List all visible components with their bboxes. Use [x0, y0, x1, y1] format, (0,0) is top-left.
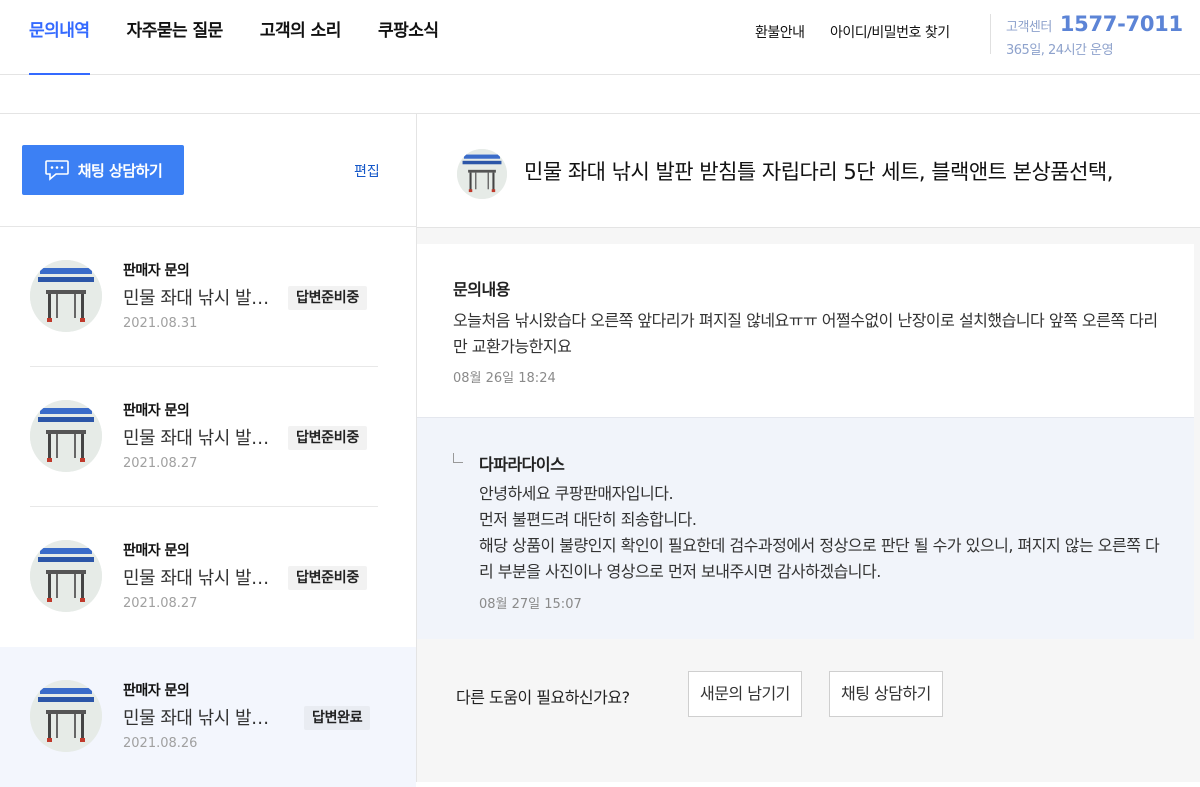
product-thumbnail	[30, 260, 102, 332]
inquiry-type: 판매자 문의	[123, 543, 190, 559]
customer-center: 고객센터 1577-7011 365일, 24시간 운영	[1006, 12, 1183, 58]
reply-arrow-icon	[453, 453, 463, 463]
list-item[interactable]: 판매자 문의 민물 좌대 낚시 발판 받침틀 자립다리 5단 세트 답변준비중 …	[0, 507, 416, 647]
inquiry-title: 민물 좌대 낚시 발판 받침틀 자립다리 5단 세트	[123, 288, 281, 309]
inquiry-detail-panel: 민물 좌대 낚시 발판 받침틀 자립다리 5단 세트, 블랙앤트 본상품선택, …	[417, 114, 1200, 782]
list-item[interactable]: 판매자 문의 민물 좌대 낚시 발판 받침틀 자립다리 5단 세트 답변준비중 …	[0, 227, 416, 367]
inquiry-list-panel: 채팅 상담하기 편집 판매자 문의 민물 좌대 낚시 발판 답변준비중 2021…	[0, 114, 417, 787]
answer-seller-name: 다파라다이스	[479, 455, 565, 474]
main-tabs: 문의내역 자주묻는 질문 고객의 소리 쿠팡소식	[29, 0, 476, 75]
status-badge: 답변준비중	[288, 286, 367, 310]
cs-hours: 365일, 24시간 운영	[1006, 43, 1114, 58]
chat-bubble-icon	[44, 160, 69, 181]
answer-date: 08월 27일 15:07	[479, 597, 582, 612]
edit-link[interactable]: 편집	[354, 161, 380, 181]
product-header: 민물 좌대 낚시 발판 받침틀 자립다리 5단 세트, 블랙앤트 본상품선택,	[417, 114, 1200, 228]
product-thumbnail	[30, 540, 102, 612]
list-item-selected[interactable]: 판매자 문의 민물 좌대 낚시 발판 받침틀 자립다리 5단 세트 답변완료 2…	[0, 647, 416, 787]
list-item[interactable]: 판매자 문의 민물 좌대 낚시 발판 받침틀 자립다리 5단 세트 답변준비중 …	[0, 367, 416, 507]
find-id-password-link[interactable]: 아이디/비밀번호 찾기	[830, 22, 950, 42]
chat-consult-label: 채팅 상담하기	[77, 161, 163, 180]
inquiry-date: 2021.08.31	[123, 316, 198, 331]
tab-news[interactable]: 쿠팡소식	[378, 0, 439, 75]
status-badge: 답변준비중	[288, 566, 367, 590]
refund-guide-link[interactable]: 환불안내	[755, 22, 805, 42]
question-date: 08월 26일 18:24	[453, 371, 556, 386]
inquiry-title: 민물 좌대 낚시 발판 받침틀 자립다리 5단 세트	[123, 568, 281, 589]
answer-line: 해당 상품이 불량인지 확인이 필요한데 검수과정에서 정상으로 판단 될 수가…	[479, 536, 1160, 581]
inquiry-date: 2021.08.26	[123, 736, 198, 751]
answer-line: 먼저 불편드려 대단히 죄송합니다.	[479, 510, 697, 529]
question-section: 문의내용 오늘처음 낚시왔습다 오른쪽 앞다리가 펴지질 않네요ㅠㅠ 어쩔수없이…	[417, 244, 1194, 417]
sub-bar	[0, 75, 1200, 114]
question-label: 문의내용	[453, 280, 510, 299]
help-section: 다른 도움이 필요하신가요? 새문의 남기기 채팅 상담하기	[417, 639, 1194, 782]
status-badge: 답변준비중	[288, 426, 367, 450]
product-thumbnail	[30, 680, 102, 752]
cs-label: 고객센터	[1006, 20, 1052, 35]
cs-phone: 1577-7011	[1059, 12, 1183, 36]
inquiry-type: 판매자 문의	[123, 403, 190, 419]
inquiry-list: 판매자 문의 민물 좌대 낚시 발판 받침틀 자립다리 5단 세트 답변준비중 …	[0, 227, 416, 787]
tab-inquiries[interactable]: 문의내역	[29, 0, 90, 75]
inquiry-date: 2021.08.27	[123, 596, 198, 611]
answer-section: 다파라다이스 안녕하세요 쿠팡판매자입니다. 먼저 불편드려 대단히 죄송합니다…	[417, 417, 1194, 639]
product-thumbnail	[457, 149, 507, 199]
tab-customer-voice[interactable]: 고객의 소리	[260, 0, 342, 75]
inquiry-type: 판매자 문의	[123, 683, 190, 699]
new-inquiry-button[interactable]: 새문의 남기기	[688, 671, 802, 717]
answer-text: 안녕하세요 쿠팡판매자입니다. 먼저 불편드려 대단히 죄송합니다. 해당 상품…	[479, 481, 1169, 585]
chat-consult-button[interactable]: 채팅 상담하기	[22, 145, 184, 195]
header-divider	[990, 14, 991, 54]
chat-consult-button-secondary[interactable]: 채팅 상담하기	[829, 671, 943, 717]
status-badge: 답변완료	[304, 706, 371, 730]
answer-line: 안녕하세요 쿠팡판매자입니다.	[479, 484, 674, 503]
inquiry-type: 판매자 문의	[123, 263, 190, 279]
top-header: 문의내역 자주묻는 질문 고객의 소리 쿠팡소식 환불안내 아이디/비밀번호 찾…	[0, 0, 1200, 75]
inquiry-date: 2021.08.27	[123, 456, 198, 471]
product-title[interactable]: 민물 좌대 낚시 발판 받침틀 자립다리 5단 세트, 블랙앤트 본상품선택,	[524, 156, 1113, 186]
inquiry-title: 민물 좌대 낚시 발판 받침틀 자립다리 5단 세트	[123, 708, 281, 729]
tab-faq[interactable]: 자주묻는 질문	[127, 0, 224, 75]
question-text: 오늘처음 낚시왔습다 오른쪽 앞다리가 펴지질 않네요ㅠㅠ 어쩔수없이 난장이로…	[453, 311, 1158, 356]
inquiry-title: 민물 좌대 낚시 발판 받침틀 자립다리 5단 세트	[123, 428, 281, 449]
product-thumbnail	[30, 400, 102, 472]
help-prompt: 다른 도움이 필요하신가요?	[456, 688, 630, 707]
